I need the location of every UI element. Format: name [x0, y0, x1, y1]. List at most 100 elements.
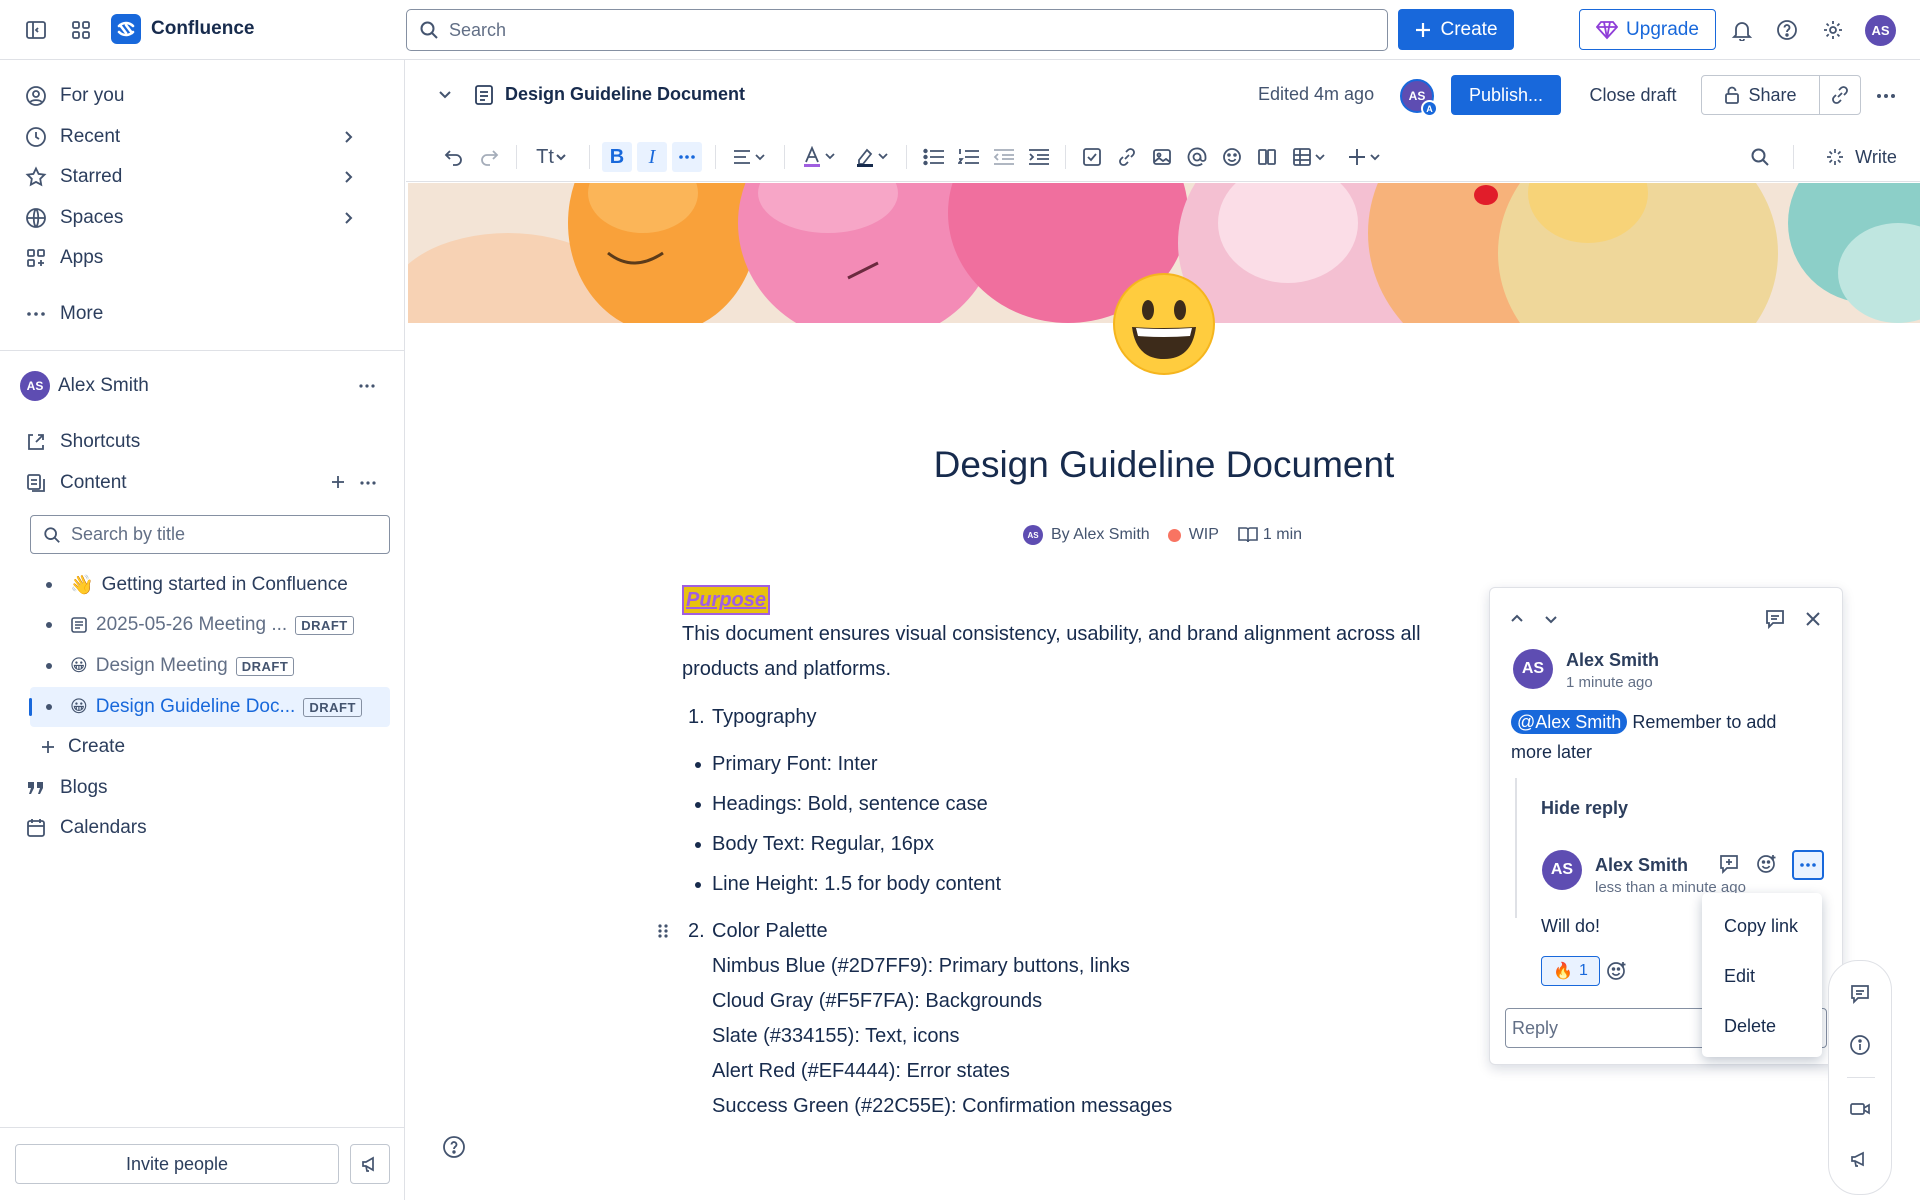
reply-author[interactable]: Alex Smith	[1595, 855, 1688, 876]
comment-author[interactable]: Alex Smith	[1566, 650, 1659, 671]
sidebar-item-content[interactable]: Content	[24, 467, 389, 499]
more-formatting-icon[interactable]	[672, 142, 702, 172]
color-item[interactable]: Success Green (#22C55E): Confirmation me…	[712, 1092, 1172, 1120]
chevron-right-icon[interactable]	[340, 210, 356, 226]
purpose-heading[interactable]: Purpose	[682, 585, 771, 615]
page-emoji-icon[interactable]	[1112, 272, 1216, 376]
video-icon[interactable]	[1849, 1098, 1871, 1120]
upgrade-button[interactable]: Upgrade	[1579, 9, 1716, 50]
highlight-color-icon[interactable]	[851, 142, 895, 172]
intro-line-2[interactable]: products and platforms.	[682, 655, 891, 683]
page-more-icon[interactable]	[1875, 86, 1897, 106]
tree-create-button[interactable]: Create	[40, 731, 125, 763]
undo-icon[interactable]	[439, 142, 469, 172]
share-button[interactable]: Share	[1702, 76, 1820, 114]
close-icon[interactable]	[1803, 609, 1823, 629]
menu-item-edit[interactable]: Edit	[1702, 951, 1822, 1001]
search-by-title-input[interactable]: Search by title	[30, 515, 390, 554]
drag-handle-icon[interactable]	[656, 922, 670, 940]
chevron-right-icon[interactable]	[340, 129, 356, 145]
confluence-logo[interactable]: Confluence	[111, 14, 254, 44]
sidebar-item-recent[interactable]: Recent	[24, 121, 384, 153]
indent-icon[interactable]	[1025, 142, 1053, 172]
text-color-icon[interactable]	[798, 142, 842, 172]
space-header[interactable]: AS Alex Smith	[20, 370, 385, 402]
outdent-icon[interactable]	[990, 142, 1018, 172]
add-reaction-icon[interactable]	[1606, 960, 1628, 982]
comment-author-avatar[interactable]: AS	[1513, 649, 1553, 689]
feedback-megaphone-icon[interactable]	[350, 1144, 390, 1184]
color-item[interactable]: Nimbus Blue (#2D7FF9): Primary buttons, …	[712, 952, 1130, 980]
sidebar-item-more[interactable]: More	[24, 298, 103, 330]
typography-item[interactable]: Line Height: 1.5 for body content	[712, 870, 1001, 898]
typography-item[interactable]: Headings: Bold, sentence case	[712, 790, 988, 818]
add-content-icon[interactable]	[329, 473, 347, 491]
table-dropdown-icon[interactable]	[1288, 142, 1332, 172]
typography-item[interactable]: Body Text: Regular, 16px	[712, 830, 934, 858]
reply-more-actions-icon[interactable]	[1792, 850, 1824, 880]
typography-item[interactable]: Primary Font: Inter	[712, 750, 878, 778]
sidebar-item-apps[interactable]: Apps	[24, 242, 103, 274]
previous-comment-icon[interactable]	[1508, 610, 1526, 628]
color-item[interactable]: Cloud Gray (#F5F7FA): Backgrounds	[712, 987, 1042, 1015]
collapse-chevron-icon[interactable]	[436, 86, 454, 104]
italic-icon[interactable]: I	[637, 142, 667, 172]
more-options-icon[interactable]	[357, 376, 377, 396]
image-icon[interactable]	[1148, 142, 1176, 172]
add-comment-icon[interactable]	[1718, 853, 1740, 875]
resolve-comment-icon[interactable]	[1764, 608, 1786, 630]
collaborator-avatar[interactable]: AS A	[1400, 79, 1438, 117]
help-circle-icon[interactable]	[442, 1135, 466, 1159]
sidebar-item-blogs[interactable]: Blogs	[24, 772, 108, 804]
help-icon[interactable]	[1771, 14, 1803, 46]
layout-columns-icon[interactable]	[1253, 142, 1281, 172]
sidebar-item-shortcuts[interactable]: Shortcuts	[24, 426, 140, 458]
find-replace-icon[interactable]	[1745, 142, 1775, 172]
feedback-megaphone-icon[interactable]	[1849, 1148, 1871, 1170]
bold-icon[interactable]: B	[602, 142, 632, 172]
copy-link-icon[interactable]	[1820, 76, 1860, 114]
align-dropdown-icon[interactable]	[728, 142, 772, 172]
task-checkbox-icon[interactable]	[1078, 142, 1106, 172]
write-ai-button[interactable]: Write	[1806, 142, 1916, 172]
mention-chip[interactable]: @Alex Smith	[1511, 710, 1628, 734]
close-draft-button[interactable]: Close draft	[1578, 75, 1688, 115]
intro-line-1[interactable]: This document ensures visual consistency…	[682, 620, 1421, 648]
tree-item-design-meeting[interactable]: 😀 Design Meeting DRAFT	[30, 646, 390, 686]
text-style-dropdown[interactable]: Tt	[528, 142, 576, 172]
color-item[interactable]: Alert Red (#EF4444): Error states	[712, 1057, 1010, 1085]
app-switcher-icon[interactable]	[65, 14, 97, 46]
redo-icon[interactable]	[474, 142, 504, 172]
color-item[interactable]: Slate (#334155): Text, icons	[712, 1022, 960, 1050]
sidebar-item-calendars[interactable]: Calendars	[24, 812, 147, 844]
mention-icon[interactable]	[1183, 142, 1211, 172]
notifications-bell-icon[interactable]	[1726, 14, 1758, 46]
invite-people-button[interactable]: Invite people	[15, 1144, 339, 1184]
add-reaction-icon[interactable]	[1756, 853, 1778, 875]
chevron-right-icon[interactable]	[340, 169, 356, 185]
numbered-list-icon[interactable]	[955, 142, 983, 172]
byline-author[interactable]: By Alex Smith	[1051, 526, 1150, 544]
insert-dropdown-icon[interactable]	[1343, 142, 1387, 172]
sidebar-toggle-icon[interactable]	[20, 14, 52, 46]
link-icon[interactable]	[1113, 142, 1141, 172]
hide-reply-button[interactable]: Hide reply	[1541, 798, 1628, 819]
menu-item-copy-link[interactable]: Copy link	[1702, 901, 1822, 951]
user-avatar[interactable]: AS	[1865, 15, 1896, 46]
emoji-icon[interactable]	[1218, 142, 1246, 172]
tree-item-design-guideline[interactable]: 😀 Design Guideline Doc... DRAFT	[29, 687, 390, 727]
publish-button[interactable]: Publish...	[1451, 75, 1561, 115]
document-title[interactable]: Design Guideline Document	[408, 444, 1920, 486]
menu-item-delete[interactable]: Delete	[1702, 1001, 1822, 1051]
bullet-list-icon[interactable]	[920, 142, 948, 172]
tree-item-meeting-notes[interactable]: 2025-05-26 Meeting ... DRAFT	[30, 605, 390, 645]
sidebar-item-for-you[interactable]: For you	[24, 80, 124, 112]
create-button[interactable]: Create	[1398, 9, 1514, 50]
search-input[interactable]: Search	[406, 9, 1388, 51]
next-comment-icon[interactable]	[1542, 610, 1560, 628]
fire-reaction-button[interactable]: 🔥 1	[1541, 956, 1600, 986]
settings-gear-icon[interactable]	[1817, 14, 1849, 46]
tree-item-getting-started[interactable]: 👋 Getting started in Confluence	[30, 565, 390, 605]
status-label[interactable]: WIP	[1189, 526, 1219, 544]
sidebar-item-spaces[interactable]: Spaces	[24, 202, 384, 234]
